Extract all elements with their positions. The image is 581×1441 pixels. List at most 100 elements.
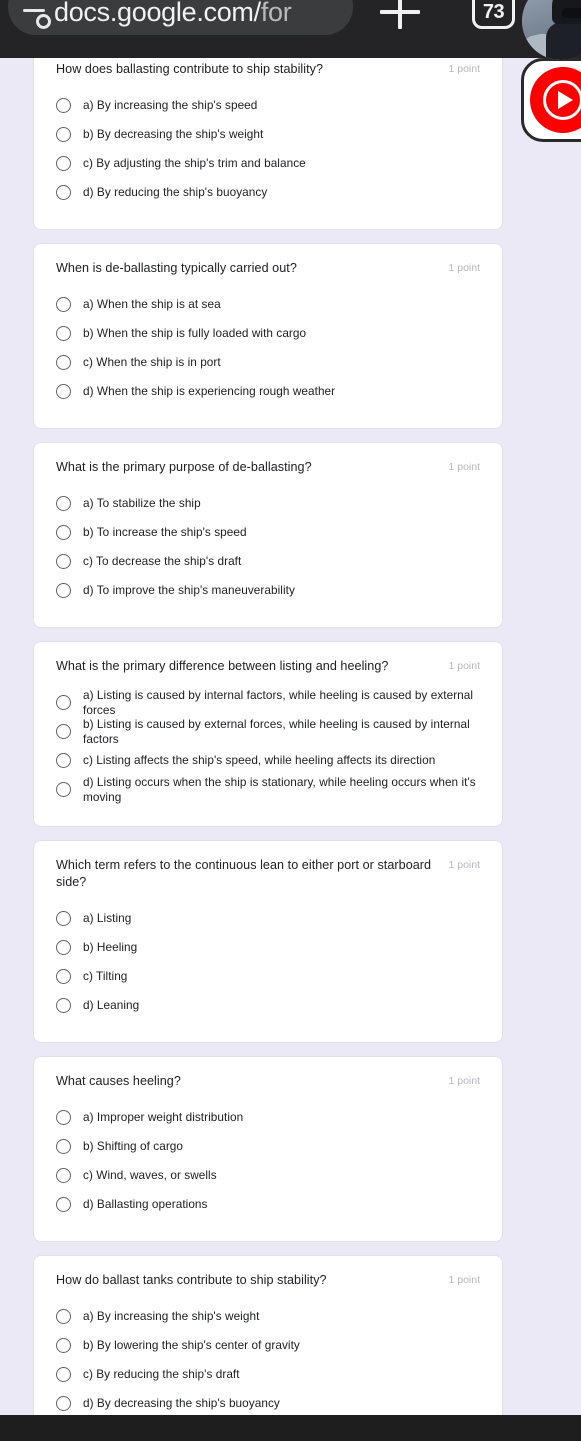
youtube-music-logo[interactable] <box>521 58 581 142</box>
answer-option[interactable]: d) By reducing the ship's buoyancy <box>56 178 480 207</box>
radio-button-icon[interactable] <box>56 1197 71 1212</box>
question-card: When is de-ballasting typically carried … <box>33 243 503 429</box>
answer-option[interactable]: d) By decreasing the ship's buoyancy <box>56 1389 480 1418</box>
answer-option[interactable]: c) When the ship is in port <box>56 348 480 377</box>
google-form-scroll-area[interactable]: How does ballasting contribute to ship s… <box>0 0 581 1441</box>
radio-button-icon[interactable] <box>56 753 71 768</box>
question-header: How do ballast tanks contribute to ship … <box>56 1272 480 1289</box>
radio-button-icon[interactable] <box>56 297 71 312</box>
answer-option[interactable]: c) Listing affects the ship's speed, whi… <box>56 746 480 775</box>
answer-option[interactable]: d) To improve the ship's maneuverability <box>56 576 480 605</box>
answer-option-label: a) By increasing the ship's weight <box>83 1309 260 1323</box>
radio-button-icon[interactable] <box>56 127 71 142</box>
answer-option-label: a) Listing is caused by internal factors… <box>83 687 474 717</box>
radio-button-icon[interactable] <box>56 940 71 955</box>
answer-option[interactable]: a) By increasing the ship's speed <box>56 91 480 120</box>
radio-button-icon[interactable] <box>56 724 71 739</box>
answer-option-label: b) Shifting of cargo <box>83 1139 184 1153</box>
radio-button-icon[interactable] <box>56 98 71 113</box>
answer-option-label: b) By decreasing the ship's weight <box>83 127 264 141</box>
question-header: Which term refers to the continuous lean… <box>56 857 480 891</box>
answer-option[interactable]: b) Listing is caused by external forces,… <box>56 717 480 746</box>
radio-button-icon[interactable] <box>56 156 71 171</box>
answer-option[interactable]: b) To increase the ship's speed <box>56 518 480 547</box>
radio-button-icon[interactable] <box>56 326 71 341</box>
answer-option-label: b) Heeling <box>83 940 138 954</box>
question-card: How do ballast tanks contribute to ship … <box>33 1255 503 1441</box>
answer-option[interactable]: d) Ballasting operations <box>56 1190 480 1219</box>
question-title: How does ballasting contribute to ship s… <box>56 62 324 76</box>
question-title: What is the primary difference between l… <box>56 659 389 673</box>
radio-button-icon[interactable] <box>56 1139 71 1154</box>
video-bubble-sunglasses <box>562 8 581 18</box>
tab-counter-button[interactable]: 73 <box>472 0 515 29</box>
answer-option[interactable]: b) When the ship is fully loaded with ca… <box>56 319 480 348</box>
system-navigation-bar <box>0 1415 581 1441</box>
address-bar-url: docs.google.com/for <box>54 0 292 28</box>
answer-option[interactable]: d) Leaning <box>56 991 480 1020</box>
radio-button-icon[interactable] <box>56 384 71 399</box>
radio-button-icon[interactable] <box>56 1309 71 1324</box>
address-bar[interactable]: docs.google.com/for <box>8 0 353 35</box>
play-triangle-icon <box>558 91 573 109</box>
radio-button-icon[interactable] <box>56 185 71 200</box>
answer-option-label: c) Listing affects the ship's speed, whi… <box>83 753 436 767</box>
radio-button-icon[interactable] <box>56 969 71 984</box>
answer-option-label: b) Listing is caused by external forces,… <box>83 716 470 746</box>
answer-option[interactable]: a) Listing <box>56 904 480 933</box>
radio-button-icon[interactable] <box>56 695 71 710</box>
radio-button-icon[interactable] <box>56 525 71 540</box>
question-points: 1 point <box>448 63 480 75</box>
question-title: Which term refers to the continuous lean… <box>56 858 432 889</box>
radio-button-icon[interactable] <box>56 1168 71 1183</box>
radio-button-icon[interactable] <box>56 583 71 598</box>
tune-icon[interactable] <box>22 1 51 29</box>
answer-option-label: b) To increase the ship's speed <box>83 525 247 539</box>
radio-button-icon[interactable] <box>56 911 71 926</box>
answer-option[interactable]: a) By increasing the ship's weight <box>56 1302 480 1331</box>
question-header: How does ballasting contribute to ship s… <box>56 61 480 78</box>
answer-option-label: d) By decreasing the ship's buoyancy <box>83 1396 280 1410</box>
answer-option[interactable]: c) To decrease the ship's draft <box>56 547 480 576</box>
address-bar-url-dim: for <box>260 0 292 27</box>
floating-video-bubble[interactable] <box>522 0 581 60</box>
answer-option[interactable]: b) Heeling <box>56 933 480 962</box>
browser-toolbar: docs.google.com/for 73 <box>0 0 581 58</box>
new-tab-icon[interactable] <box>378 0 422 32</box>
radio-button-icon[interactable] <box>56 782 71 797</box>
answer-option[interactable]: b) By decreasing the ship's weight <box>56 120 480 149</box>
answer-option-label: c) Wind, waves, or swells <box>83 1168 217 1182</box>
answer-option[interactable]: d) When the ship is experiencing rough w… <box>56 377 480 406</box>
answer-option[interactable]: c) By reducing the ship's draft <box>56 1360 480 1389</box>
question-card: Which term refers to the continuous lean… <box>33 840 503 1043</box>
answer-option-label: a) When the ship is at sea <box>83 297 221 311</box>
answer-option-label: d) When the ship is experiencing rough w… <box>83 384 336 398</box>
address-bar-url-strong: docs.google.com/ <box>54 0 261 27</box>
answer-option-label: a) By increasing the ship's speed <box>83 98 258 112</box>
answer-option[interactable]: b) Shifting of cargo <box>56 1132 480 1161</box>
radio-button-icon[interactable] <box>56 1338 71 1353</box>
answer-option-label: c) When the ship is in port <box>83 355 221 369</box>
question-card: What is the primary difference between l… <box>33 641 503 827</box>
answer-option[interactable]: a) When the ship is at sea <box>56 290 480 319</box>
radio-button-icon[interactable] <box>56 1367 71 1382</box>
radio-button-icon[interactable] <box>56 998 71 1013</box>
answer-option[interactable]: c) Tilting <box>56 962 480 991</box>
answer-option[interactable]: d) Listing occurs when the ship is stati… <box>56 775 480 804</box>
answer-option[interactable]: c) By adjusting the ship's trim and bala… <box>56 149 480 178</box>
radio-button-icon[interactable] <box>56 554 71 569</box>
answer-option[interactable]: a) To stabilize the ship <box>56 489 480 518</box>
answer-option[interactable]: a) Improper weight distribution <box>56 1103 480 1132</box>
radio-button-icon[interactable] <box>56 1110 71 1125</box>
radio-button-icon[interactable] <box>56 1396 71 1411</box>
question-header: When is de-ballasting typically carried … <box>56 260 480 277</box>
radio-button-icon[interactable] <box>56 496 71 511</box>
answer-option[interactable]: a) Listing is caused by internal factors… <box>56 688 480 717</box>
answer-option[interactable]: c) Wind, waves, or swells <box>56 1161 480 1190</box>
answer-option-label: a) To stabilize the ship <box>83 496 201 510</box>
youtube-play-ring <box>543 80 581 120</box>
radio-button-icon[interactable] <box>56 355 71 370</box>
questions-list: How does ballasting contribute to ship s… <box>0 44 581 1441</box>
answer-option-label: c) By reducing the ship's draft <box>83 1367 240 1381</box>
answer-option[interactable]: b) By lowering the ship's center of grav… <box>56 1331 480 1360</box>
